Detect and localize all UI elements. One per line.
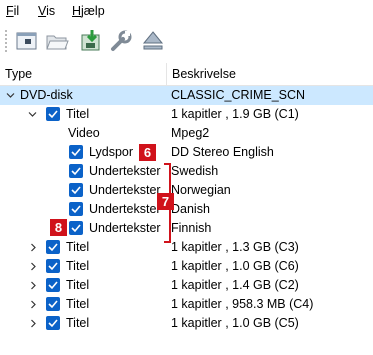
chevron-down-icon[interactable] (28, 110, 37, 119)
menu-hjaelp[interactable]: Hjælp (72, 4, 105, 18)
checkbox[interactable] (69, 202, 83, 216)
toolbar (0, 22, 373, 60)
eject-icon[interactable] (140, 28, 166, 54)
tree-desc: CLASSIC_CRIME_SCN (171, 88, 306, 102)
tree-label: Undertekster (89, 202, 161, 216)
checkmark-icon (71, 224, 81, 233)
tree-label: Titel (66, 107, 90, 121)
menu-fil[interactable]: Fil (6, 4, 19, 18)
tree-row-subtitle[interactable]: Undertekster Norwegian (0, 181, 373, 200)
checkbox[interactable] (46, 240, 60, 254)
tree-label: Undertekster (89, 164, 161, 178)
checkbox[interactable] (69, 164, 83, 178)
tree-label: Lydspor (89, 145, 134, 159)
tree-row-audio[interactable]: Lydspor DD Stereo English (0, 143, 373, 162)
tree-desc: 1 kapitler , 1.0 GB (C5) (171, 316, 299, 330)
tree-label: Titel (66, 278, 90, 292)
tree-row-video[interactable]: Video Mpeg2 (0, 124, 373, 143)
tree-label: Titel (66, 316, 90, 330)
tree-desc: Finnish (171, 221, 212, 235)
tree-row-title[interactable]: Titel 1 kapitler , 1.9 GB (C1) (0, 105, 373, 124)
menu-bar: Fil Vis Hjælp (0, 0, 373, 22)
tree-desc: 1 kapitler , 1.9 GB (C1) (171, 107, 299, 121)
tree-desc: Mpeg2 (171, 126, 210, 140)
tree-desc: Danish (171, 202, 210, 216)
tree-row-title[interactable]: Titel 1 kapitler , 1.0 GB (C6) (0, 257, 373, 276)
checkmark-icon (71, 205, 81, 214)
annotation-badge-8: 8 (50, 219, 67, 236)
column-separator[interactable] (166, 63, 167, 85)
tree-desc: 1 kapitler , 1.3 GB (C3) (171, 240, 299, 254)
checkmark-icon (71, 186, 81, 195)
tree-label: Video (68, 126, 100, 140)
chevron-right-icon[interactable] (29, 319, 38, 328)
checkbox[interactable] (46, 107, 60, 121)
menu-vis[interactable]: Vis (38, 4, 55, 18)
open-disc-icon[interactable] (14, 28, 40, 54)
tree-row-title[interactable]: Titel 1 kapitler , 958.3 MB (C4) (0, 295, 373, 314)
checkbox[interactable] (69, 145, 83, 159)
chevron-right-icon[interactable] (29, 243, 38, 252)
checkbox[interactable] (46, 278, 60, 292)
column-type[interactable]: Type (5, 67, 32, 81)
tree-desc: 1 kapitler , 958.3 MB (C4) (171, 297, 314, 311)
column-header: Type Beskrivelse (0, 63, 373, 86)
tree-label: Undertekster (89, 183, 161, 197)
checkmark-icon (48, 300, 58, 309)
chevron-right-icon[interactable] (29, 262, 38, 271)
open-folder-icon[interactable] (44, 28, 70, 54)
annotation-badge-7: 7 (157, 193, 174, 210)
chevron-right-icon[interactable] (29, 281, 38, 290)
chevron-right-icon[interactable] (29, 300, 38, 309)
tree-row-subtitle[interactable]: Undertekster Danish (0, 200, 373, 219)
save-icon[interactable] (78, 28, 104, 54)
tree-row-title[interactable]: Titel 1 kapitler , 1.4 GB (C2) (0, 276, 373, 295)
checkbox[interactable] (46, 259, 60, 273)
tree-desc: 1 kapitler , 1.0 GB (C6) (171, 259, 299, 273)
settings-wrench-icon[interactable] (108, 28, 134, 54)
checkbox[interactable] (69, 221, 83, 235)
tree-label: Undertekster (89, 221, 161, 235)
checkbox[interactable] (69, 183, 83, 197)
tree-row-title[interactable]: Titel 1 kapitler , 1.0 GB (C5) (0, 314, 373, 333)
checkmark-icon (48, 262, 58, 271)
checkmark-icon (48, 281, 58, 290)
tree-row-dvd[interactable]: DVD-disk CLASSIC_CRIME_SCN (0, 86, 373, 105)
checkmark-icon (48, 110, 58, 119)
annotation-badge-6: 6 (139, 144, 156, 161)
chevron-down-icon[interactable] (6, 91, 15, 100)
checkbox[interactable] (46, 297, 60, 311)
tree-label: Titel (66, 297, 90, 311)
tree-label: Titel (66, 240, 90, 254)
tree-row-title[interactable]: Titel 1 kapitler , 1.3 GB (C3) (0, 238, 373, 257)
toolbar-grip[interactable] (5, 30, 7, 52)
tree-label: Titel (66, 259, 90, 273)
checkmark-icon (71, 167, 81, 176)
tree-desc: DD Stereo English (171, 145, 274, 159)
tree-desc: Swedish (171, 164, 219, 178)
tree-label: DVD-disk (20, 88, 73, 102)
checkmark-icon (71, 148, 81, 157)
checkmark-icon (48, 243, 58, 252)
tree-desc: Norwegian (171, 183, 231, 197)
tree-row-subtitle[interactable]: Undertekster Swedish (0, 162, 373, 181)
checkbox[interactable] (46, 316, 60, 330)
column-description[interactable]: Beskrivelse (172, 67, 236, 81)
tree-desc: 1 kapitler , 1.4 GB (C2) (171, 278, 299, 292)
checkmark-icon (48, 319, 58, 328)
